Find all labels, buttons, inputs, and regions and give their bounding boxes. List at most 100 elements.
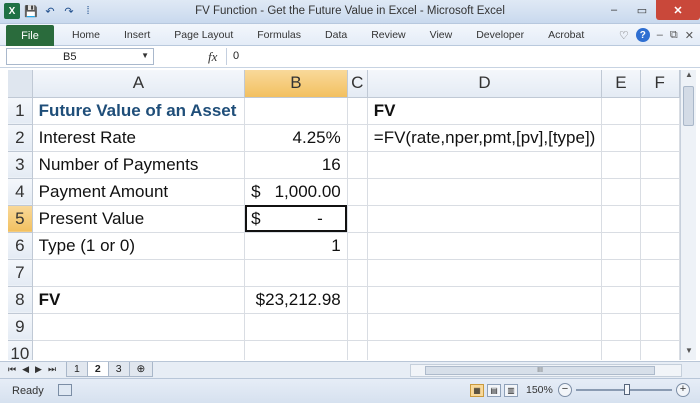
row-header[interactable]: 1	[8, 97, 33, 125]
cell-a1[interactable]: Future Value of an Asset	[32, 97, 246, 125]
tab-review[interactable]: Review	[359, 29, 417, 41]
cell-e6[interactable]	[601, 232, 641, 260]
cell-a10[interactable]	[32, 340, 246, 360]
cell-a5[interactable]: Present Value	[32, 205, 246, 233]
cell-b6[interactable]: 1	[244, 232, 348, 260]
tab-view[interactable]: View	[418, 29, 465, 41]
previous-sheet-icon[interactable]: ◀	[22, 364, 29, 375]
row-header[interactable]: 5	[8, 205, 33, 233]
tab-home[interactable]: Home	[60, 29, 112, 41]
macro-record-icon[interactable]	[58, 384, 72, 396]
cell-c3[interactable]	[347, 151, 368, 179]
cell-d3[interactable]	[367, 151, 603, 179]
cell-a8[interactable]: FV	[32, 286, 246, 314]
tab-page-layout[interactable]: Page Layout	[162, 29, 245, 41]
cell-e4[interactable]	[601, 178, 641, 206]
column-header[interactable]: C	[347, 70, 368, 98]
vertical-scrollbar[interactable]: ▲ ▼	[680, 70, 696, 360]
minimize-ribbon-icon[interactable]: ♡	[619, 29, 629, 42]
cell-d6[interactable]	[367, 232, 603, 260]
cell-b3[interactable]: 16	[244, 151, 348, 179]
maximize-button[interactable]: ▭	[628, 0, 656, 20]
vertical-scroll-thumb[interactable]	[683, 86, 694, 126]
cell-b9[interactable]	[244, 313, 348, 341]
horizontal-scrollbar[interactable]: III	[410, 364, 682, 377]
cell-f7[interactable]	[640, 259, 680, 287]
cell-d9[interactable]	[367, 313, 603, 341]
row-header[interactable]: 3	[8, 151, 33, 179]
cell-d2[interactable]: =FV(rate,nper,pmt,[pv],[type])	[367, 124, 603, 152]
row-header[interactable]: 8	[8, 286, 33, 314]
row-header[interactable]: 4	[8, 178, 33, 206]
cell-f2[interactable]	[640, 124, 680, 152]
tab-data[interactable]: Data	[313, 29, 359, 41]
cell-a6[interactable]: Type (1 or 0)	[32, 232, 246, 260]
cell-d4[interactable]	[367, 178, 603, 206]
cell-e8[interactable]	[601, 286, 641, 314]
cell-f1[interactable]	[640, 97, 680, 125]
cell-e3[interactable]	[601, 151, 641, 179]
sheet-tab-2[interactable]: 2	[86, 362, 109, 377]
zoom-out-button[interactable]: −	[558, 383, 572, 397]
close-button[interactable]: ✕	[656, 0, 700, 20]
cell-f6[interactable]	[640, 232, 680, 260]
cell-e2[interactable]	[601, 124, 641, 152]
cell-f8[interactable]	[640, 286, 680, 314]
row-header[interactable]: 7	[8, 259, 33, 287]
cell-a9[interactable]	[32, 313, 246, 341]
cell-f3[interactable]	[640, 151, 680, 179]
tab-formulas[interactable]: Formulas	[245, 29, 313, 41]
help-icon[interactable]: ?	[635, 28, 650, 42]
name-box[interactable]: B5 ▼	[6, 48, 154, 65]
cell-a2[interactable]: Interest Rate	[32, 124, 246, 152]
tab-acrobat[interactable]: Acrobat	[536, 29, 596, 41]
cell-d10[interactable]	[367, 340, 603, 360]
row-header[interactable]: 6	[8, 232, 33, 260]
workbook-close-icon[interactable]: ✕	[685, 29, 694, 42]
tab-insert[interactable]: Insert	[112, 29, 162, 41]
cell-c9[interactable]	[347, 313, 368, 341]
cell-a3[interactable]: Number of Payments	[32, 151, 246, 179]
cell-d1[interactable]: FV	[367, 97, 603, 125]
normal-view-icon[interactable]: ▦	[470, 384, 484, 397]
insert-function-icon[interactable]: fx	[208, 49, 217, 65]
cell-c6[interactable]	[347, 232, 368, 260]
cell-a4[interactable]: Payment Amount	[32, 178, 246, 206]
cell-b7[interactable]	[244, 259, 348, 287]
select-all-corner[interactable]	[8, 70, 33, 98]
zoom-in-button[interactable]: +	[676, 383, 690, 397]
cell-b5-active[interactable]: $ -	[244, 205, 348, 233]
insert-sheet-icon[interactable]: ⊕	[128, 362, 154, 377]
row-header[interactable]: 9	[8, 313, 33, 341]
page-break-view-icon[interactable]: ▥	[504, 384, 518, 397]
cell-f10[interactable]	[640, 340, 680, 360]
cell-c7[interactable]	[347, 259, 368, 287]
cell-b2[interactable]: 4.25%	[244, 124, 348, 152]
scroll-up-icon[interactable]: ▲	[681, 70, 697, 84]
workbook-restore-icon[interactable]: ⧉	[670, 29, 678, 42]
workbook-minimize-icon[interactable]: –	[657, 29, 663, 41]
tab-file[interactable]: File	[6, 25, 54, 46]
sheet-tab-3[interactable]: 3	[107, 362, 130, 377]
worksheet-grid[interactable]: A B C D E F 1 Future Value of an Asset F…	[8, 70, 680, 360]
cell-b4[interactable]: $1,000.00	[244, 178, 348, 206]
row-header[interactable]: 2	[8, 124, 33, 152]
sheet-tab-1[interactable]: 1	[66, 362, 88, 377]
cell-c4[interactable]	[347, 178, 368, 206]
cell-e9[interactable]	[601, 313, 641, 341]
cell-e1[interactable]	[601, 97, 641, 125]
cell-f9[interactable]	[640, 313, 680, 341]
column-header[interactable]: F	[640, 70, 680, 98]
cell-c5[interactable]	[347, 205, 368, 233]
minimize-button[interactable]: –	[600, 0, 628, 20]
formula-input[interactable]: 0	[226, 48, 694, 65]
cell-b8[interactable]: $23,212.98	[244, 286, 348, 314]
cell-c8[interactable]	[347, 286, 368, 314]
next-sheet-icon[interactable]: ▶	[35, 364, 42, 375]
cell-e10[interactable]	[601, 340, 641, 360]
zoom-slider-thumb[interactable]	[624, 384, 630, 395]
chevron-down-icon[interactable]: ▼	[141, 51, 149, 60]
cell-d5[interactable]	[367, 205, 603, 233]
cell-f4[interactable]	[640, 178, 680, 206]
cell-c1[interactable]	[347, 97, 368, 125]
